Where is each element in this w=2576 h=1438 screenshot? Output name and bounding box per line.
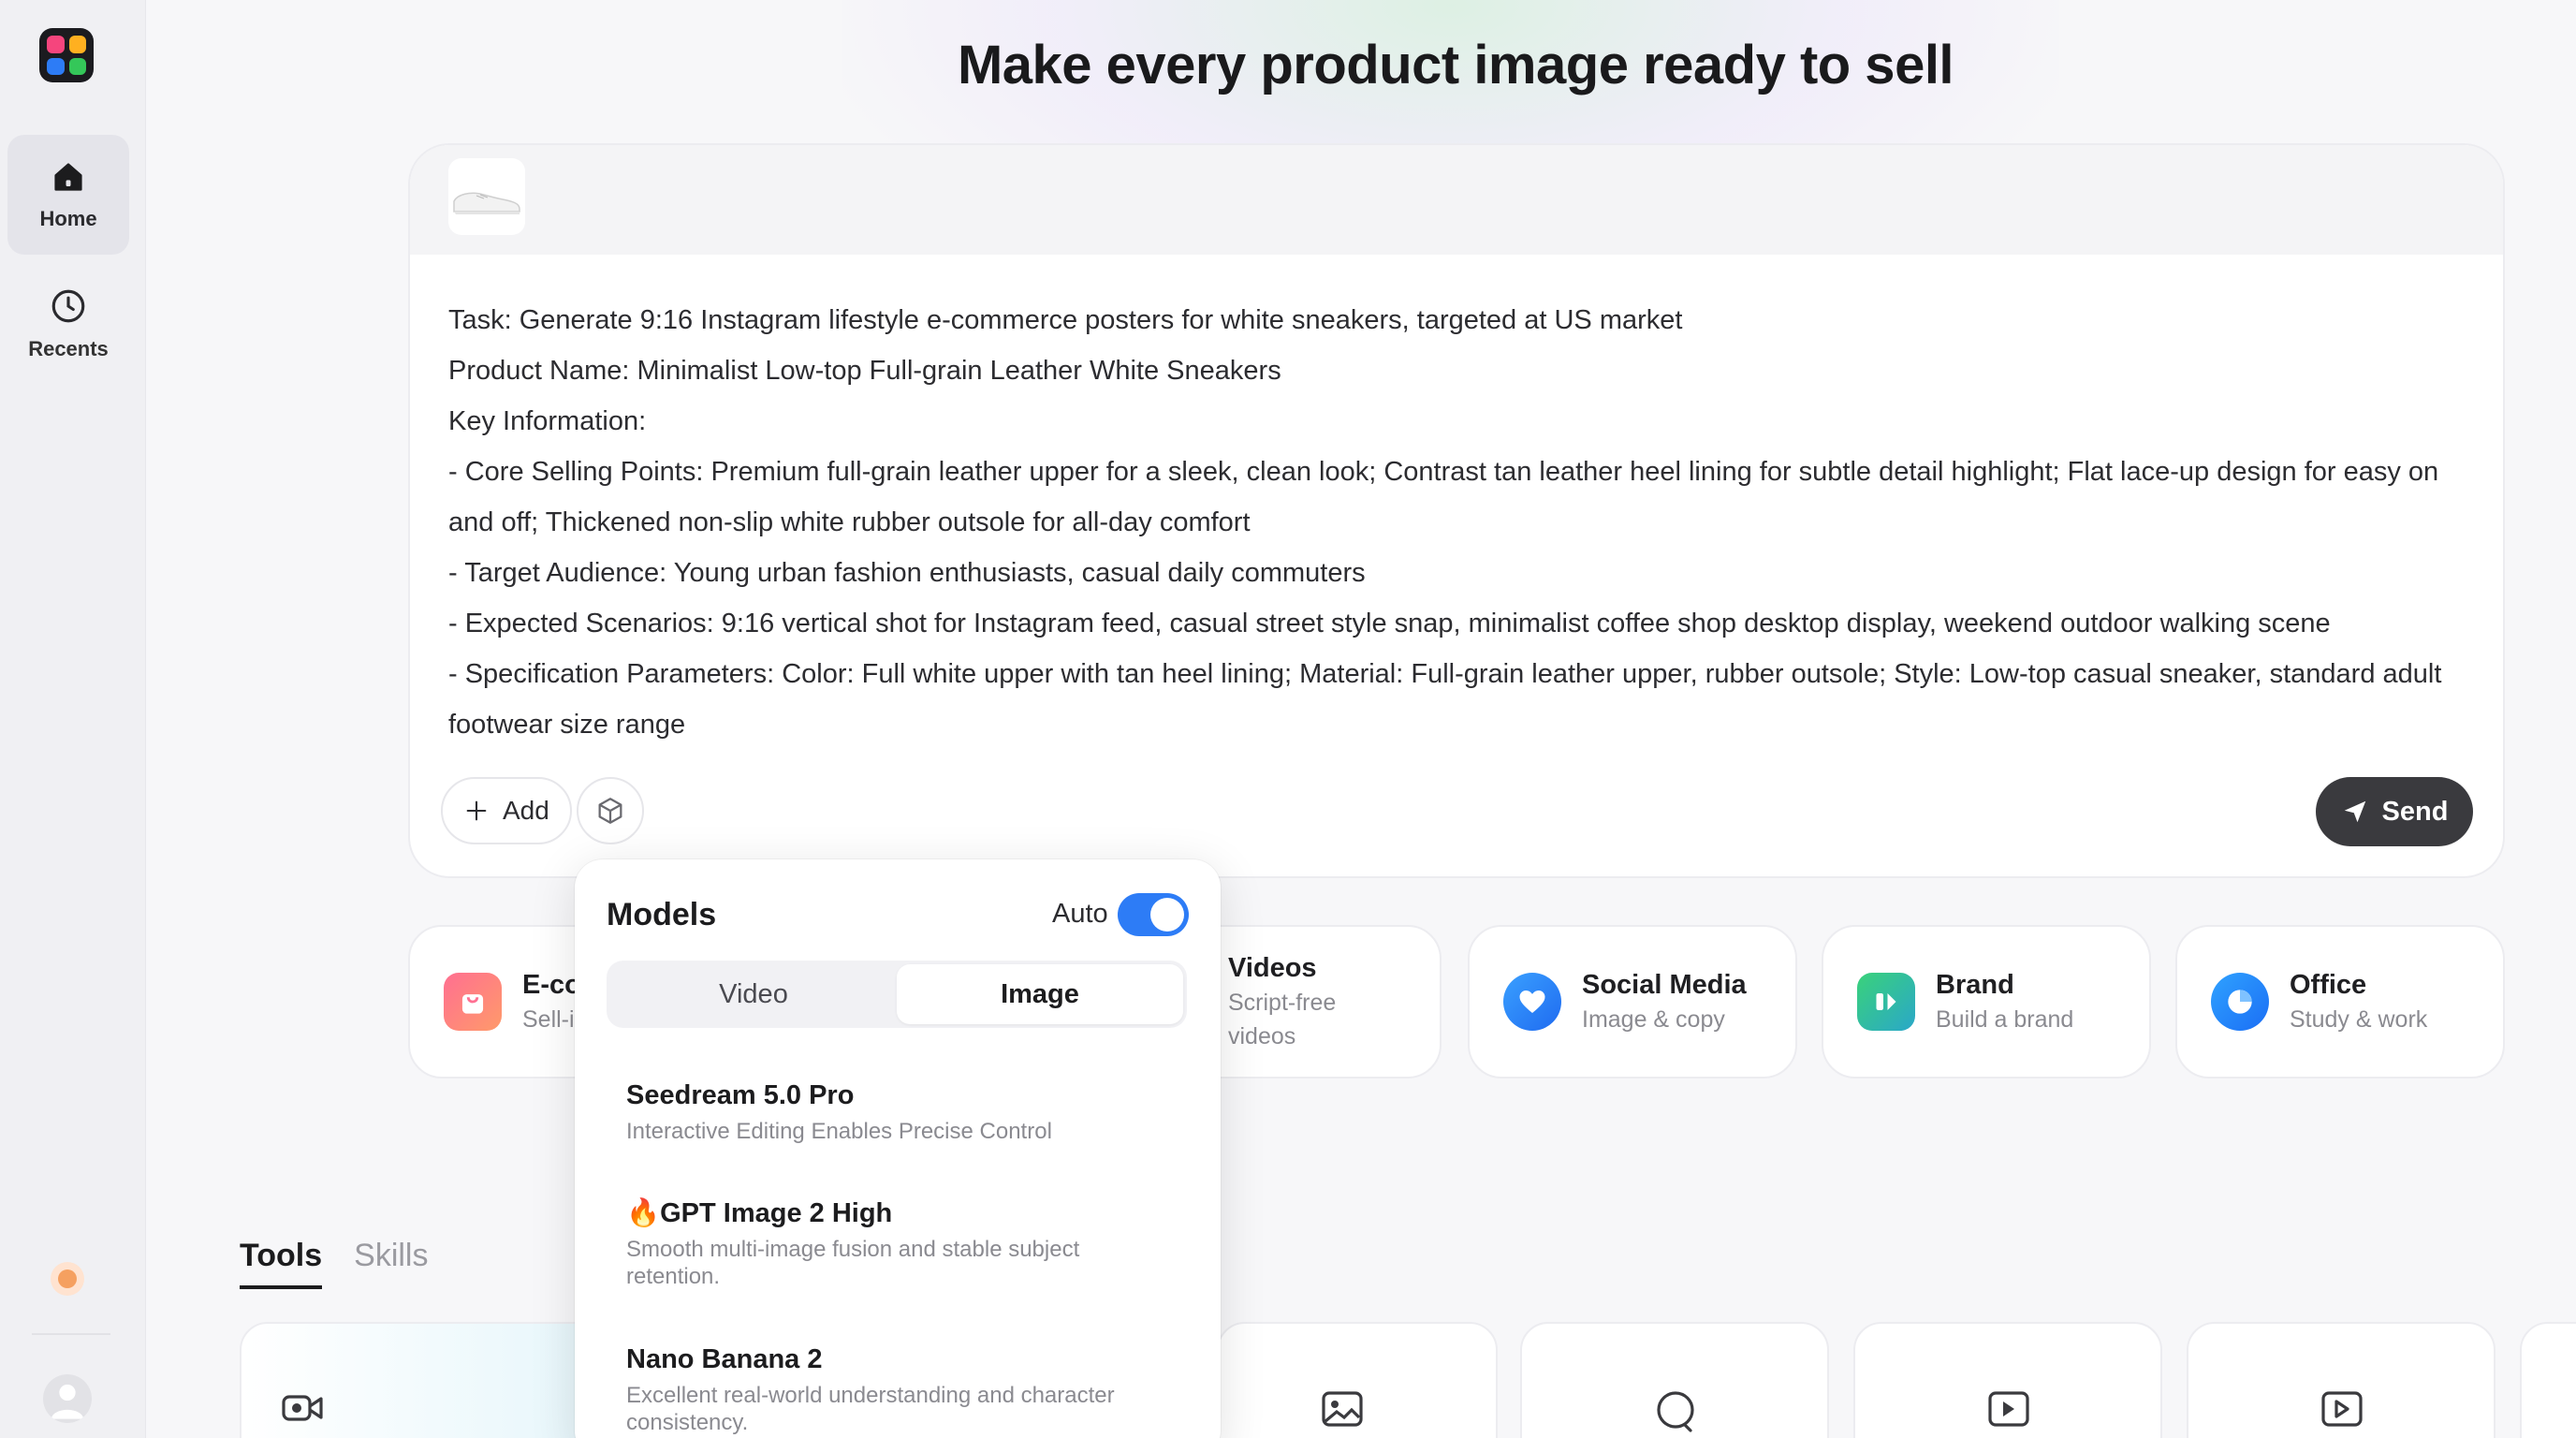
heart-glyph: [1519, 990, 1545, 1013]
tool-card-chat[interactable]: [1520, 1322, 1829, 1438]
tool-card-video-edit[interactable]: [2187, 1322, 2496, 1438]
pie-chart-icon: [2211, 973, 2269, 1031]
model-option-nano-banana[interactable]: Nano Banana 2 Excellent real-world under…: [626, 1341, 1178, 1436]
category-title: Social Media: [1582, 970, 1747, 1000]
category-title: Brand: [1936, 970, 2014, 1000]
model-description: Excellent real-world understanding and c…: [626, 1383, 1115, 1435]
model-description: Interactive Editing Enables Precise Cont…: [626, 1119, 1052, 1144]
video-camera-icon: [282, 1395, 323, 1421]
category-title: Videos: [1228, 953, 1317, 983]
heart-chat-icon: [1503, 973, 1561, 1031]
shopping-bag-icon: [444, 973, 502, 1031]
sidebar-item-label: Recents: [28, 337, 109, 360]
hd-play-icon: [1988, 1391, 2029, 1427]
prompt-line: - Expected Scenarios: 9:16 vertical shot…: [448, 609, 2331, 638]
tab-tools[interactable]: Tools: [240, 1238, 323, 1289]
category-subtitle: Script-free videos: [1228, 990, 1337, 1049]
home-icon: [54, 163, 82, 191]
chat-bubble-icon: [1657, 1391, 1694, 1432]
avatar[interactable]: [43, 1374, 92, 1423]
brand-glyph: [1876, 993, 1896, 1010]
prompt-line: Product Name: Minimalist Low-top Full-gr…: [448, 356, 1281, 386]
tool-card-more[interactable]: [2520, 1322, 2576, 1438]
model-type-segmented-control: Video Image: [607, 961, 1187, 1028]
prompt-line: - Target Audience: Young urban fashion e…: [448, 558, 1366, 588]
add-button-label: Add: [503, 796, 549, 825]
model-select-button[interactable]: [577, 777, 644, 844]
shopping-bag-glyph: [461, 994, 484, 1014]
product-thumbnail[interactable]: [448, 158, 525, 235]
tool-card-image[interactable]: [1217, 1322, 1498, 1438]
prompt-line: - Specification Parameters: Color: Full …: [448, 659, 2442, 740]
plus-icon: [466, 800, 487, 821]
clock-icon: [51, 289, 85, 323]
models-title: Models: [607, 897, 717, 932]
model-name: Seedream 5.0 Pro: [626, 1080, 855, 1110]
prompt-line: Key Information:: [448, 406, 647, 436]
category-subtitle: Study & work: [2290, 1006, 2428, 1033]
category-title: E-co: [522, 970, 581, 1000]
prompt-card: Task: Generate 9:16 Instagram lifestyle …: [408, 143, 2505, 878]
category-office[interactable]: Office Study & work: [2175, 925, 2505, 1078]
brand-icon: [1857, 973, 1915, 1031]
tool-card-video[interactable]: [240, 1322, 614, 1438]
model-option-seedream[interactable]: Seedream 5.0 Pro Interactive Editing Ena…: [626, 1077, 1178, 1145]
send-icon: [2344, 800, 2365, 823]
tools-skills-tabs: Tools Skills: [240, 1238, 428, 1289]
prompt-line: Task: Generate 9:16 Instagram lifestyle …: [448, 305, 1683, 335]
prompt-input[interactable]: Task: Generate 9:16 Instagram lifestyle …: [448, 295, 2480, 750]
sidebar-item-home[interactable]: Home: [7, 135, 129, 255]
sidebar-item-label: Home: [39, 207, 97, 230]
sidebar-item-recents[interactable]: Recents: [7, 264, 129, 384]
category-title: Office: [2290, 970, 2367, 1000]
cube-icon: [598, 798, 622, 824]
auto-toggle[interactable]: [1118, 893, 1189, 936]
model-option-gpt-image[interactable]: 🔥GPT Image 2 High Smooth multi-image fus…: [626, 1195, 1178, 1290]
credits-icon[interactable]: [51, 1262, 84, 1296]
sidebar: Home Recents: [0, 0, 146, 1438]
segment-video[interactable]: Video: [610, 964, 897, 1024]
sidebar-divider: [32, 1333, 110, 1335]
segment-image[interactable]: Image: [897, 964, 1183, 1024]
credits-coin: [58, 1269, 77, 1288]
models-popup: Models Auto Video Image Seedream 5.0 Pro…: [575, 859, 1221, 1438]
category-subtitle: Image & copy: [1582, 1006, 1725, 1033]
image-icon: [1322, 1391, 1363, 1427]
category-subtitle: Sell-i: [522, 1006, 575, 1033]
model-name: 🔥GPT Image 2 High: [626, 1198, 893, 1228]
category-brand[interactable]: Brand Build a brand: [1822, 925, 2151, 1078]
model-description: Smooth multi-image fusion and stable sub…: [626, 1237, 1080, 1289]
page-title: Make every product image ready to sell: [957, 35, 1954, 95]
tab-skills[interactable]: Skills: [354, 1238, 428, 1289]
category-social-media[interactable]: Social Media Image & copy: [1468, 925, 1797, 1078]
pie-glyph: [2228, 990, 2252, 1014]
model-name: Nano Banana 2: [626, 1344, 823, 1374]
tool-card-hd-video[interactable]: [1853, 1322, 2162, 1438]
user-avatar-icon: [51, 1384, 84, 1419]
prompt-line: - Core Selling Points: Premium full-grai…: [448, 457, 2439, 537]
auto-label: Auto: [1052, 899, 1108, 929]
category-subtitle: Build a brand: [1936, 1006, 2074, 1033]
send-button-label: Send: [2381, 796, 2449, 827]
play-edit-icon: [2321, 1391, 2363, 1427]
send-button[interactable]: Send: [2316, 777, 2473, 846]
sneaker-image: [453, 192, 520, 214]
attachment-strip: [410, 145, 2503, 255]
add-button[interactable]: Add: [441, 777, 572, 844]
